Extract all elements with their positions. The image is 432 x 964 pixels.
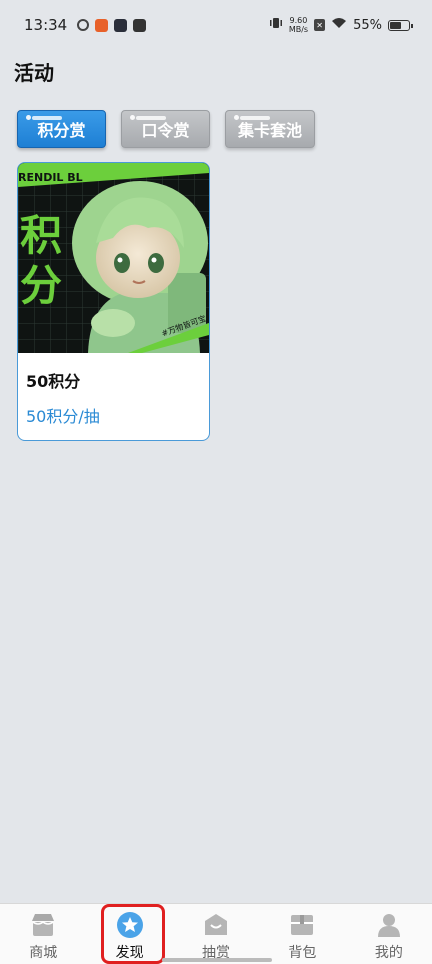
tab-label: 口令赏 [141,121,190,140]
bottom-nav: 商城 发现 抽赏 背包 我的 [0,903,432,964]
battery-icon [388,19,413,31]
tab-card-collection-pool[interactable]: 集卡套池 [225,110,315,148]
card-title: 50积分 [26,372,81,391]
no-sim-icon: ✕ [314,19,326,31]
shop-icon [29,911,57,939]
card-image: 积 分 RENDIL BL #万物皆可宝 [18,163,209,353]
card-art-char-2: 分 [20,261,63,310]
nav-selection-highlight [101,904,166,964]
nav-draw[interactable]: 抽赏 [173,904,259,964]
box-icon [288,911,316,939]
nav-shop[interactable]: 商城 [0,904,86,964]
tab-label: 积分赏 [37,121,86,140]
nav-label: 我的 [374,945,403,961]
message-notification-icon [133,18,147,32]
sync-icon [77,19,90,31]
vibrate-icon [269,17,283,33]
tab-shine-streak [240,116,270,120]
card-art-big-text: 积 分 [20,211,62,311]
tab-label: 集卡套池 [237,121,302,140]
nav-label: 背包 [288,945,317,961]
tab-shine-dot [26,115,31,120]
bag-icon [202,911,230,939]
nav-discover[interactable]: 发现 [86,904,172,964]
tab-shine-dot [130,115,135,120]
home-indicator[interactable] [162,958,272,962]
user-icon [375,911,403,939]
card-art-char-1: 积 [20,211,63,260]
network-speed-unit: MB/s [288,25,309,34]
play-notification-icon [114,18,128,32]
tab-shine-streak [32,116,62,120]
status-bar: 13:34 9.60 MB/s ✕ 55% [0,0,432,50]
network-speed: 9.60 MB/s [289,16,308,34]
app-notification-icon [95,18,109,32]
nav-profile[interactable]: 我的 [346,904,432,964]
tab-shine-dot [234,115,239,120]
card-price: 50积分/抽 [26,407,100,426]
activity-tabs: 积分赏 口令赏 集卡套池 [17,110,315,148]
wifi-icon [331,17,347,33]
tab-shine-streak [136,116,166,120]
nav-backpack[interactable]: 背包 [259,904,345,964]
tab-password-reward[interactable]: 口令赏 [121,110,210,148]
network-speed-value: 9.60 [289,16,308,25]
page-title: 活动 [14,61,54,85]
tab-points-reward[interactable]: 积分赏 [17,110,106,148]
nav-label: 商城 [29,945,58,961]
battery-percent: 55% [353,17,382,33]
clock: 13:34 [24,16,68,34]
activity-card[interactable]: 积 分 RENDIL BL #万物皆可宝 50积分 50积分/抽 [17,162,210,441]
card-art-brand: RENDIL BL [18,171,83,184]
